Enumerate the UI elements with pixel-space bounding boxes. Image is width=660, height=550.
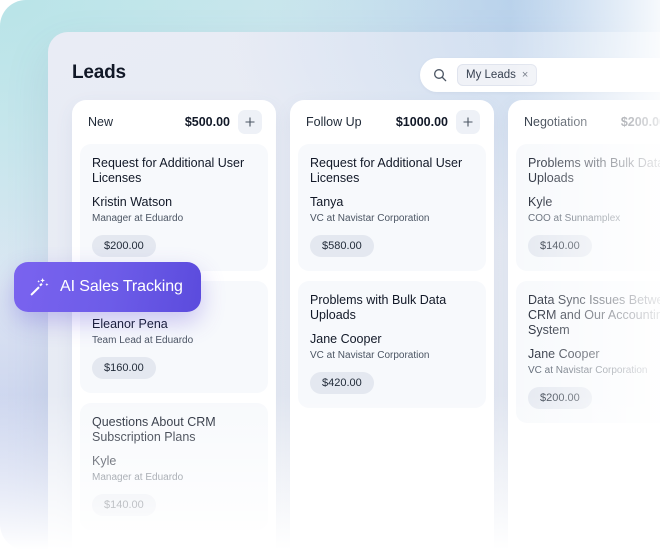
lead-card-amount: $200.00 [92,235,156,257]
lead-card-amount: $200.00 [528,387,592,409]
lead-card-role: COO at Sunnamplex [528,212,660,225]
lead-card-person: Jane Cooper [310,332,474,347]
lead-card-amount: $140.00 [92,494,156,516]
column-header: New$500.00 [80,100,268,144]
lead-card-title: Request for Additional User Licenses [92,156,256,186]
column-total: $1000.00 [396,115,448,129]
search-bar[interactable]: My Leads × [420,58,660,92]
lead-card-person: Kyle [92,454,256,469]
kanban-column: Follow Up$1000.00Request for Additional … [290,100,494,550]
lead-card-title: Problems with Bulk Data Uploads [310,293,474,323]
magic-wand-icon [28,276,50,298]
column-header: Follow Up$1000.00 [298,100,486,144]
column-header: Negotiation$200.00 [516,100,660,144]
screenshot-root: Leads My Leads × New$500.00Request for A… [0,0,660,550]
lead-card[interactable]: Questions About CRM Subscription Plans Ky… [80,403,268,530]
search-icon [432,67,448,83]
lead-card-person: Tanya [310,195,474,210]
add-card-button[interactable] [238,110,262,134]
lead-card-amount: $140.00 [528,235,592,257]
column-total: $200.00 [621,115,660,129]
lead-card-person: Jane Cooper [528,347,660,362]
page-title: Leads [72,62,126,84]
column-name: Negotiation [524,115,621,129]
search-chip-label: My Leads [466,69,516,81]
column-name: Follow Up [306,115,396,129]
lead-card-role: VC at Navistar Corporation [310,212,474,225]
lead-card-title: Data Sync Issues Between CRM and Our Acc… [528,293,660,338]
lead-card[interactable]: Problems with Bulk Data Uploads Jane Coop… [298,281,486,408]
kanban-board: New$500.00Request for Additional User Li… [72,100,660,550]
lead-card-amount: $580.00 [310,235,374,257]
lead-card[interactable]: Problems with Bulk Data Uploads Kyle COO a… [516,144,660,271]
lead-card[interactable]: Request for Additional User Licenses Kris… [80,144,268,271]
lead-card-title: Questions About CRM Subscription Plans [92,415,256,445]
lead-card-role: Manager at Eduardo [92,212,256,225]
plus-icon [243,115,257,129]
plus-icon [461,115,475,129]
column-name: New [88,115,185,129]
lead-card-title: Problems with Bulk Data Uploads [528,156,660,186]
search-filter-chip[interactable]: My Leads × [457,64,537,86]
lead-card[interactable]: Data Sync Issues Between CRM and Our Acc… [516,281,660,423]
lead-card-person: Kristin Watson [92,195,256,210]
column-total: $500.00 [185,115,230,129]
kanban-column: Negotiation$200.00Problems with Bulk Dat… [508,100,660,550]
lead-card-person: Eleanor Pena [92,317,256,332]
lead-card-amount: $160.00 [92,357,156,379]
lead-card-role: Manager at Eduardo [92,471,256,484]
lead-card-role: VC at Navistar Corporation [310,349,474,362]
lead-card-role: Team Lead at Eduardo [92,334,256,347]
ai-badge-label: AI Sales Tracking [60,278,183,296]
close-icon[interactable]: × [522,70,528,81]
lead-card-role: VC at Navistar Corporation [528,364,660,377]
add-card-button[interactable] [456,110,480,134]
lead-card-person: Kyle [528,195,660,210]
lead-card-title: Request for Additional User Licenses [310,156,474,186]
kanban-column: New$500.00Request for Additional User Li… [72,100,276,550]
ai-sales-tracking-badge[interactable]: AI Sales Tracking [14,262,201,312]
lead-card-amount: $420.00 [310,372,374,394]
lead-card[interactable]: Request for Additional User Licenses Tany… [298,144,486,271]
